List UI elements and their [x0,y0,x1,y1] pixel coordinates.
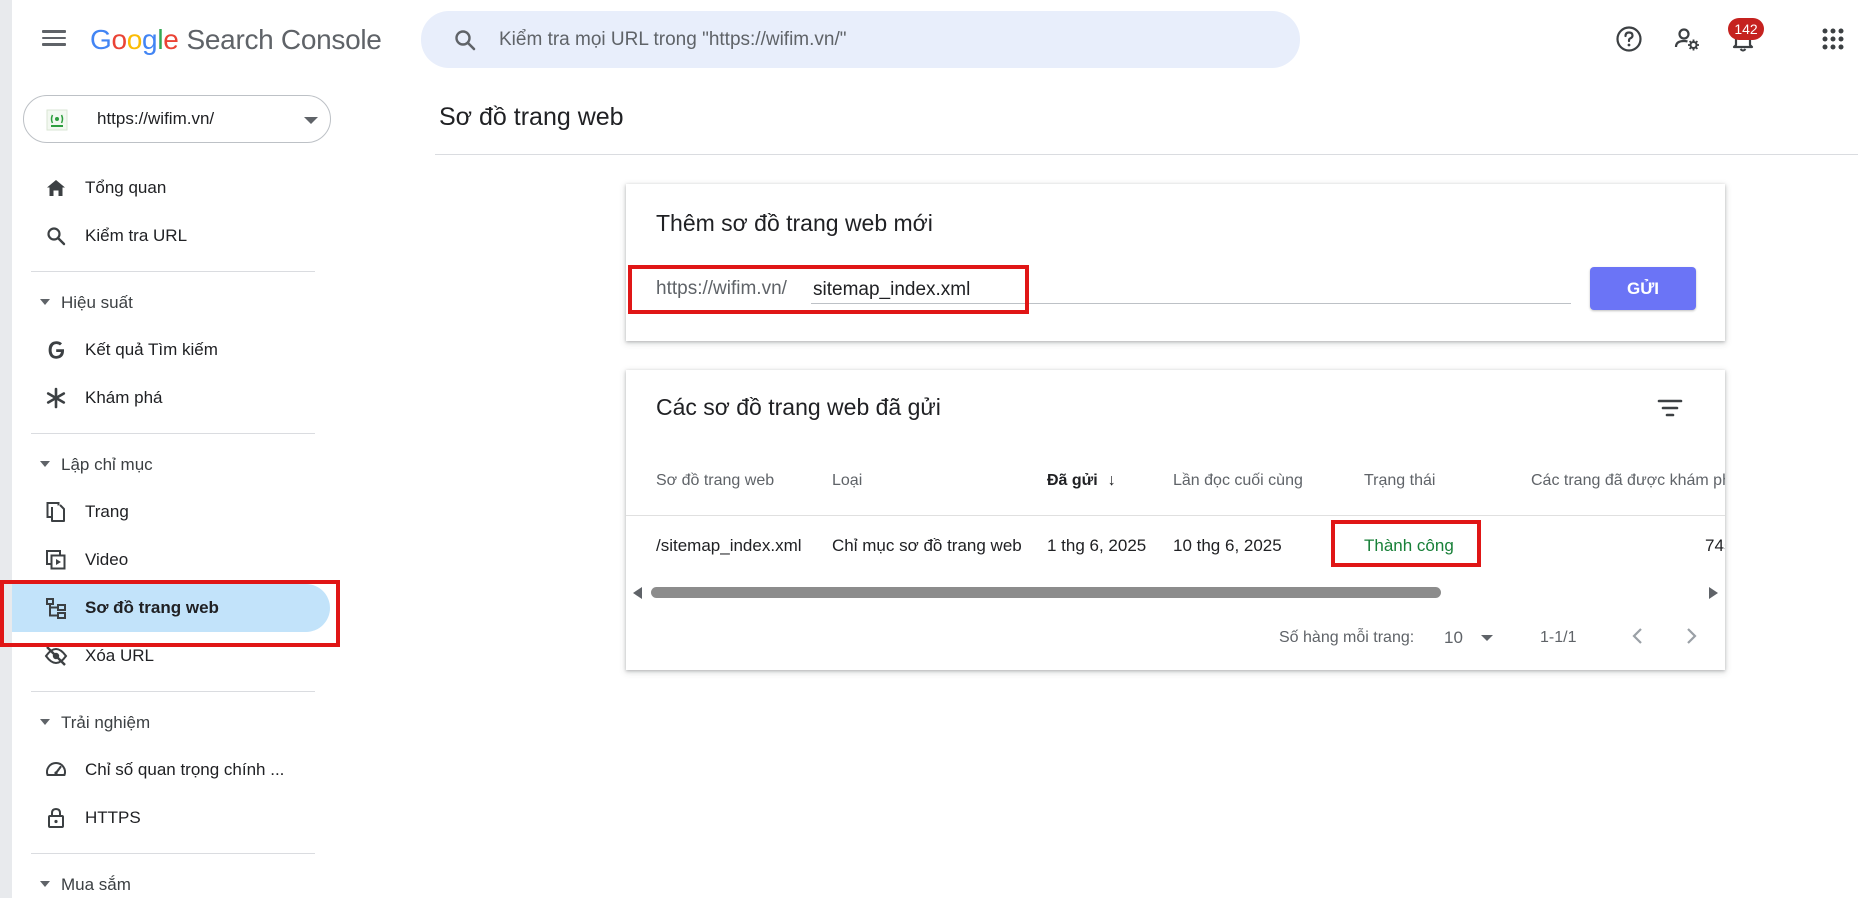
top-app-bar: GoogleSearch Console 142 [12,0,1858,80]
sidebar-section-experience[interactable]: Trải nghiệm [12,705,330,739]
rows-per-page-label: Số hàng mỗi trang: [1279,629,1415,646]
chevron-down-icon [304,117,318,124]
sitemap-url-input[interactable] [811,276,1571,304]
apps-grid-icon[interactable] [1818,24,1848,54]
site-favicon-icon [46,109,68,131]
sidebar-section-indexing[interactable]: Lập chỉ mục [12,447,330,481]
search-icon[interactable] [453,28,477,52]
horizontal-scrollbar[interactable] [626,584,1725,600]
help-icon[interactable] [1614,24,1644,54]
video-icon [46,550,66,570]
column-header-type[interactable]: Loại [832,472,862,490]
sidebar-divider [31,853,315,854]
speed-gauge-icon [46,762,66,776]
google-search-console-logo[interactable]: Google Search Console [90,24,382,56]
sidebar-section-shopping[interactable]: Mua sắm [12,867,330,898]
column-header-sitemap[interactable]: Sơ đồ trang web [656,472,774,490]
cell-discovered-pages: 745 [1705,536,1725,555]
add-sitemap-title: Thêm sơ đồ trang web mới [656,210,933,236]
column-header-status[interactable]: Trạng thái [1364,472,1435,490]
cell-last-read: 10 thg 6, 2025 [1173,536,1282,555]
cell-submitted: 1 thg 6, 2025 [1047,536,1147,555]
submitted-sitemaps-title: Các sơ đồ trang web đã gửi [656,394,941,420]
visibility-off-icon [44,646,68,666]
sidebar-item-search-results[interactable]: Kết quả Tìm kiếm [12,326,330,374]
sitemap-url-prefix: https://wifim.vn/ [656,278,787,299]
window-edge [0,0,12,898]
manage-users-icon[interactable] [1672,24,1702,54]
column-header-submitted[interactable]: Đã gửi ↓ [1047,472,1116,490]
page-title: Sơ đồ trang web [439,103,624,131]
search-icon [47,227,66,246]
main-menu-icon[interactable] [42,27,66,51]
google-g-icon [48,341,64,359]
sidebar-item-removals[interactable]: Xóa URL [12,632,330,680]
column-header-discovered-pages[interactable]: Các trang đã được khám phá [1531,472,1725,490]
sidebar-nav: https://wifim.vn/ Tổng quan Kiểm tra URL… [12,80,342,898]
caret-down-icon [40,881,50,887]
sidebar-item-video[interactable]: Video [12,536,330,584]
scrollbar-thumb[interactable] [651,587,1441,598]
next-page-icon[interactable] [1675,620,1707,652]
pagination-range: 1-1/1 [1540,629,1577,646]
submitted-sitemaps-card: Các sơ đồ trang web đã gửi Sơ đồ trang w… [626,370,1725,670]
home-icon [47,180,65,196]
sidebar-section-performance[interactable]: Hiệu suất [12,285,330,319]
sidebar-item-pages[interactable]: Trang [12,488,330,536]
cell-status: Thành công [1364,536,1454,555]
url-inspection-search-bar[interactable] [421,11,1300,68]
property-label: https://wifim.vn/ [97,109,215,128]
cell-type: Chỉ mục sơ đồ trang web [832,536,1022,555]
submit-sitemap-button[interactable]: GỬI [1590,267,1696,310]
column-header-last-read[interactable]: Lần đọc cuối cùng [1173,472,1303,490]
filter-icon[interactable] [1652,390,1688,426]
sidebar-item-overview[interactable]: Tổng quan [12,164,330,212]
sidebar-item-core-web-vitals[interactable]: Chỉ số quan trọng chính ... [12,746,330,794]
previous-page-icon[interactable] [1622,620,1654,652]
sitemap-icon [46,598,66,619]
sidebar-item-sitemaps[interactable]: Sơ đồ trang web [12,584,330,632]
caret-down-icon[interactable] [1481,635,1493,641]
cell-sitemap: /sitemap_index.xml [656,536,802,555]
search-input[interactable] [499,11,1279,68]
sidebar-item-discover[interactable]: Khám phá [12,374,330,422]
caret-down-icon [40,719,50,725]
rows-per-page-select[interactable]: 10 [1444,628,1463,648]
sidebar-item-url-inspection[interactable]: Kiểm tra URL [12,212,330,260]
add-sitemap-card: Thêm sơ đồ trang web mới https://wifim.v… [626,184,1725,341]
property-selector[interactable]: https://wifim.vn/ [23,95,331,143]
caret-down-icon [40,461,50,467]
lock-icon [48,807,64,828]
asterisk-icon [46,387,66,409]
caret-down-icon [40,299,50,305]
arrow-down-icon: ↓ [1107,472,1116,489]
sidebar-divider [31,271,315,272]
sidebar-divider [31,433,315,434]
pages-icon [46,502,65,522]
notification-count-badge: 142 [1728,18,1764,40]
sidebar-item-https[interactable]: HTTPS [12,794,330,842]
title-divider [435,154,1858,155]
scroll-left-icon[interactable] [633,587,642,599]
sidebar-divider [31,691,315,692]
search-console-app: GoogleSearch Console 142 https://wifim.v… [12,0,1858,898]
scroll-right-icon[interactable] [1709,587,1718,599]
